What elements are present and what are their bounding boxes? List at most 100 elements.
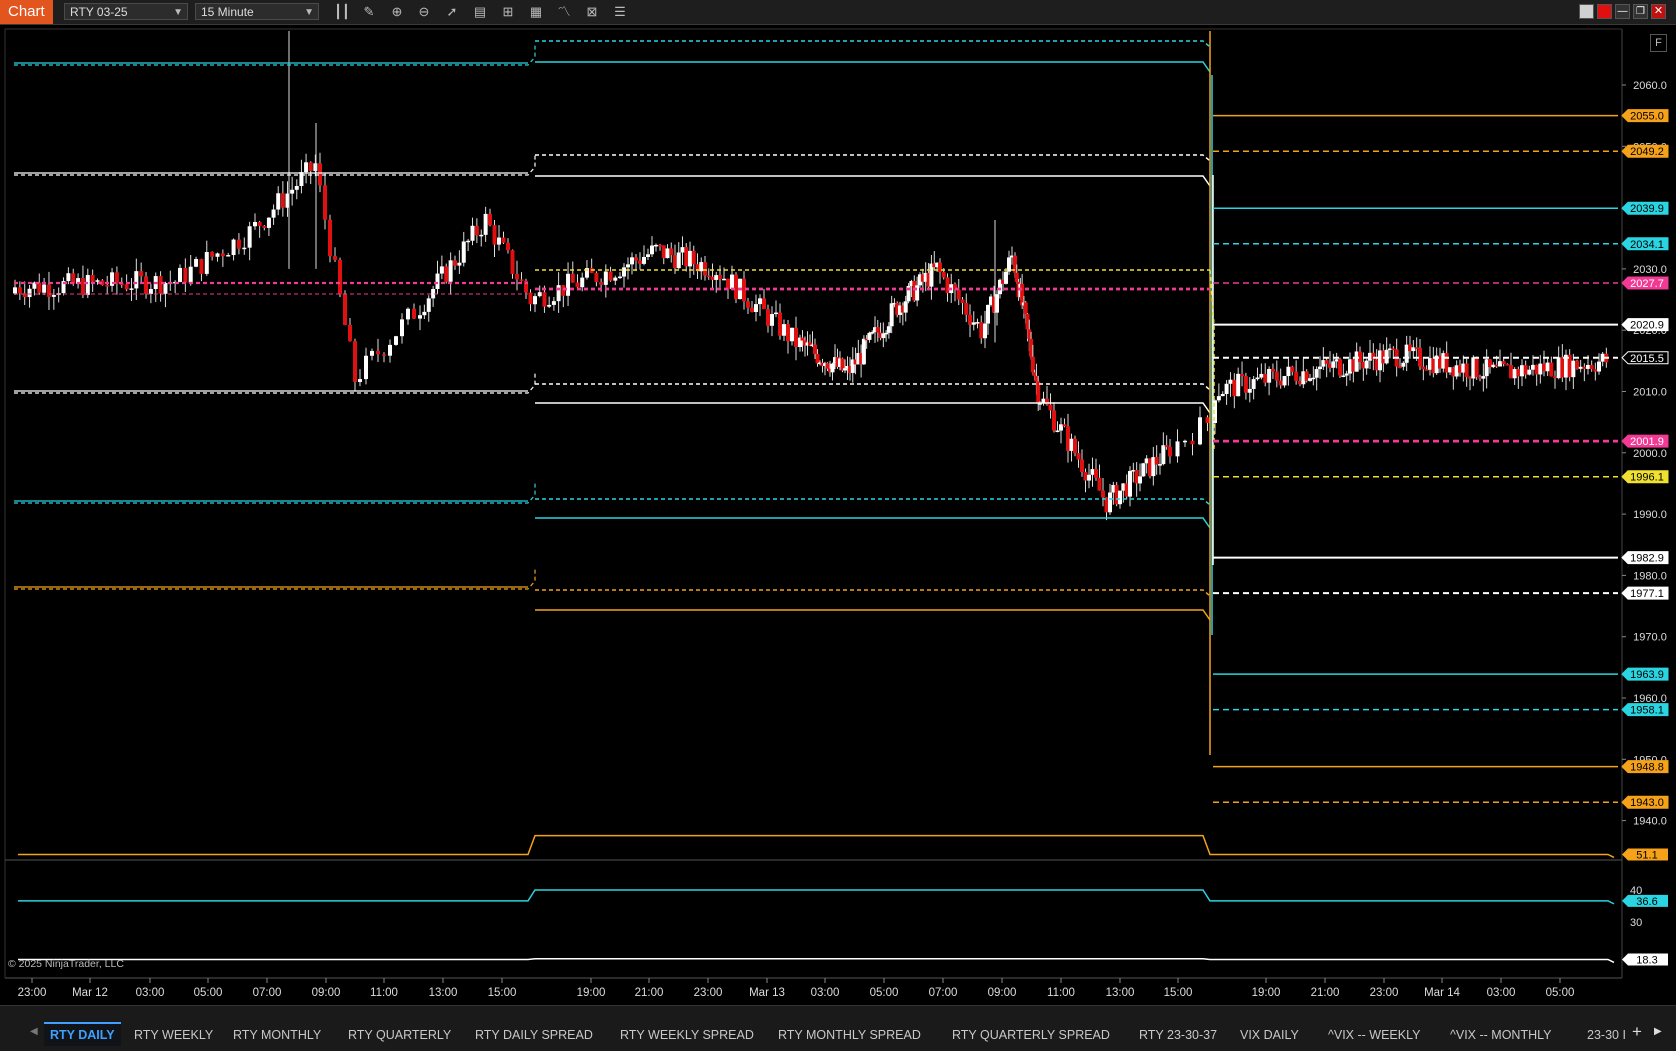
tab-vix-weekly[interactable]: ^VIX -- WEEKLY (1328, 1024, 1420, 1046)
data-box-icon[interactable]: ⊞ (499, 3, 517, 21)
candle-body (1004, 271, 1008, 284)
candle-body (1048, 404, 1053, 411)
candle-body (333, 256, 337, 260)
candle-body (308, 162, 313, 171)
candle-body (1216, 396, 1221, 401)
candle-body (691, 250, 696, 265)
indicators-icon[interactable]: 〽 (555, 3, 573, 21)
tab-23-30-i[interactable]: 23-30 I (1587, 1024, 1626, 1046)
tab-vix-monthly[interactable]: ^VIX -- MONTHLY (1450, 1024, 1551, 1046)
tab-rty-monthly-spread[interactable]: RTY MONTHLY SPREAD (778, 1024, 921, 1046)
candle-body (299, 172, 304, 187)
candle-body (1398, 366, 1402, 369)
time-tick-label: 23:00 (694, 987, 723, 999)
candle-body (718, 275, 722, 279)
price-badge-label: 1982.9 (1630, 553, 1664, 565)
candle-body (688, 250, 692, 267)
tab-scroll-left-icon[interactable]: ◀ (30, 1026, 38, 1037)
tab-vix-daily[interactable]: VIX DAILY (1240, 1024, 1299, 1046)
tab-rty-23-30-37[interactable]: RTY 23-30-37 (1139, 1024, 1217, 1046)
list-icon[interactable]: ☰ (611, 3, 629, 21)
price-badge-label: 1958.1 (1630, 705, 1664, 717)
instrument-selector[interactable]: RTY 03-25 ▼ (64, 3, 188, 20)
candle-body (603, 271, 608, 285)
tab-rty-daily[interactable]: RTY DAILY (44, 1022, 121, 1046)
pointer-icon[interactable]: ➚ (443, 3, 461, 21)
candle-body (673, 255, 677, 269)
candle-body (1036, 381, 1041, 404)
candle-body (220, 253, 225, 257)
candle-body (650, 245, 654, 255)
candle-body (903, 301, 908, 313)
candle-body (422, 311, 427, 316)
candle-body (1516, 369, 1521, 377)
bars-icon[interactable]: ┃┃ (333, 3, 351, 21)
candle-body (730, 274, 734, 289)
level-left-dashed-3 (14, 481, 536, 504)
time-tick-label: 21:00 (1311, 987, 1340, 999)
candle-body (714, 275, 719, 280)
close-icon[interactable]: ✕ (1651, 4, 1666, 19)
candle-body (1052, 410, 1056, 431)
candle-body (1259, 373, 1264, 378)
pencil-icon[interactable]: ✎ (360, 3, 378, 21)
window-red-button[interactable] (1597, 4, 1612, 19)
tab-rty-monthly[interactable]: RTY MONTHLY (233, 1024, 321, 1046)
candle-body (1527, 369, 1532, 375)
candle-body (1168, 446, 1172, 457)
interval-selector[interactable]: 15 Minute ▼ (195, 3, 319, 20)
candle-body (1073, 438, 1077, 454)
strategy-icon[interactable]: ▦ (527, 3, 545, 21)
candle-body (426, 298, 431, 312)
chart-area[interactable]: 403051.136.618.3 2060.02050.02040.02030.… (0, 25, 1676, 1005)
indicator-line-0 (18, 834, 1615, 859)
time-tick-label: 07:00 (929, 987, 958, 999)
properties-icon[interactable]: ▤ (471, 3, 489, 21)
tab-rty-quarterly[interactable]: RTY QUARTERLY (348, 1024, 451, 1046)
panel-toggle-button[interactable]: F (1650, 34, 1667, 52)
tab-scroll-right-icon[interactable]: ▶ (1654, 1026, 1662, 1037)
candle-body (370, 350, 374, 356)
candle-body (1538, 363, 1543, 375)
candle-body (703, 262, 707, 276)
add-tab-icon[interactable]: + (1632, 1022, 1642, 1042)
zoom-in-icon[interactable]: ⊕ (388, 3, 406, 21)
restore-icon[interactable]: ❐ (1633, 4, 1648, 19)
zoom-out-icon[interactable]: ⊖ (415, 3, 433, 21)
candle-body (1076, 453, 1081, 460)
candle-body (1324, 360, 1329, 364)
candle-body (1190, 440, 1195, 445)
candle-body (626, 264, 630, 268)
candle-body (1549, 362, 1554, 377)
candle-body (533, 296, 537, 305)
minimize-icon[interactable]: — (1615, 4, 1630, 19)
level-left-dashed-1 (14, 153, 536, 176)
candle-body (1198, 417, 1202, 445)
app-label[interactable]: Chart (0, 0, 53, 24)
tab-rty-weekly[interactable]: RTY WEEKLY (134, 1024, 213, 1046)
candle-body (983, 323, 987, 339)
tab-rty-daily-spread[interactable]: RTY DAILY SPREAD (475, 1024, 593, 1046)
price-badge-label: 2055.0 (1630, 111, 1664, 123)
candle-body (510, 250, 515, 274)
level-left-dashed-4 (14, 567, 536, 590)
candle-body (1138, 476, 1142, 484)
candle-body (1464, 363, 1469, 378)
candle-body (815, 353, 820, 364)
window-gray-button[interactable] (1579, 4, 1594, 19)
candle-body (1141, 463, 1146, 477)
candle-body (435, 273, 440, 290)
level-mid-solid-3 (535, 517, 1211, 529)
candle-body (290, 189, 295, 194)
candle-body (658, 244, 662, 247)
tab-rty-weekly-spread[interactable]: RTY WEEKLY SPREAD (620, 1024, 754, 1046)
templates-icon[interactable]: ⊠ (583, 3, 601, 21)
tab-rty-quarterly-spread[interactable]: RTY QUARTERLY SPREAD (952, 1024, 1110, 1046)
candle-body (188, 266, 193, 283)
candle-body (1589, 364, 1594, 370)
candle-body (328, 219, 332, 257)
indicator-badge-label: 18.3 (1636, 954, 1657, 966)
chevron-down-icon: ▼ (304, 7, 314, 18)
price-tick-label: 2030.0 (1633, 264, 1667, 276)
tab-bar: ◀ RTY DAILY RTY WEEKLY RTY MONTHLY RTY QUAR… (0, 1005, 1676, 1051)
